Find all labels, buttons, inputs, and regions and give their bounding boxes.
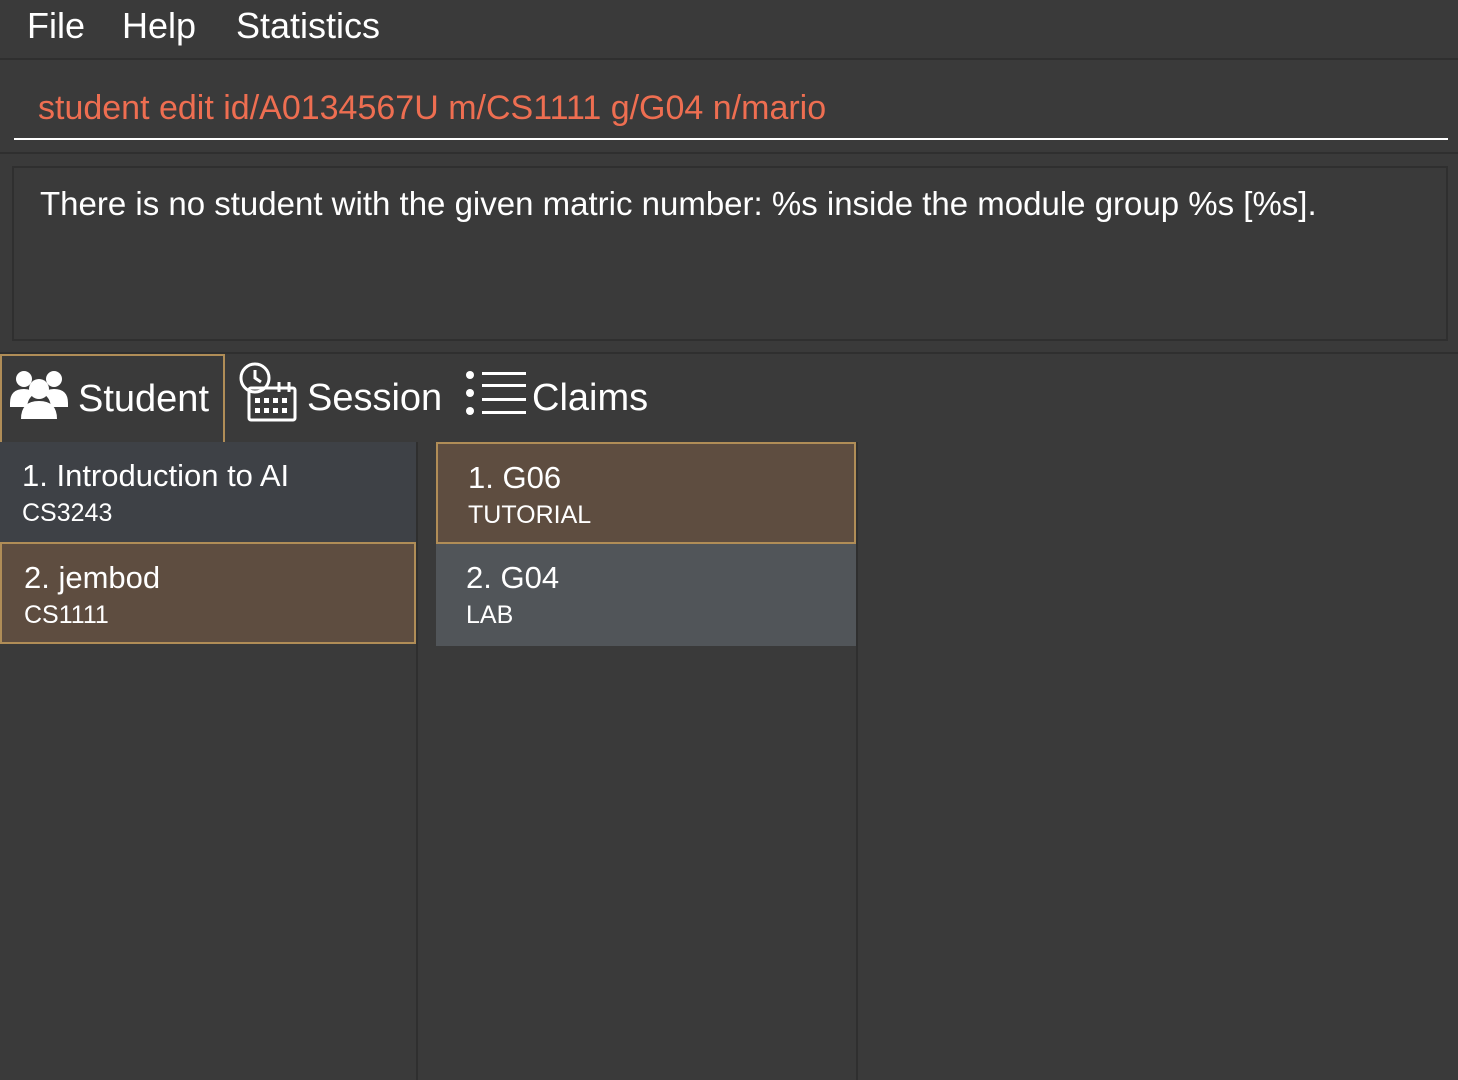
result-display[interactable]: There is no student with the given matri… xyxy=(12,166,1448,341)
module-code: CS1111 xyxy=(24,601,109,629)
menu-file[interactable]: File xyxy=(27,4,85,48)
tab-claims[interactable]: Claims xyxy=(462,354,662,442)
module-card[interactable]: 1. Introduction to AI CS3243 xyxy=(0,442,416,544)
result-message: There is no student with the given matri… xyxy=(40,185,1317,222)
menu-help[interactable]: Help xyxy=(122,4,196,48)
tab-session-label: Session xyxy=(307,376,443,419)
module-card-selected[interactable]: 2. jembod CS1111 xyxy=(0,542,416,644)
users-icon xyxy=(8,367,70,431)
calendar-clock-icon xyxy=(237,362,299,434)
list-icon xyxy=(462,369,528,427)
details-panel xyxy=(858,442,1458,1080)
group-type: TUTORIAL xyxy=(468,501,592,529)
command-box xyxy=(0,60,1458,154)
menu-statistics[interactable]: Statistics xyxy=(236,4,380,48)
group-card-selected[interactable]: 1. G06 TUTORIAL xyxy=(436,442,856,544)
group-title: 1. G06 xyxy=(468,460,562,495)
menu-bar: File Help Statistics xyxy=(0,0,1458,60)
tab-bar: Student Session Claims xyxy=(0,352,1458,444)
tab-student[interactable]: Student xyxy=(0,354,225,442)
module-title: 1. Introduction to AI xyxy=(22,458,290,493)
group-type: LAB xyxy=(466,601,514,629)
tab-session[interactable]: Session xyxy=(237,354,447,442)
command-input[interactable] xyxy=(14,78,1448,140)
tab-claims-label: Claims xyxy=(532,376,649,419)
group-title: 2. G04 xyxy=(466,560,560,595)
tab-student-label: Student xyxy=(78,377,209,420)
group-list-panel: 1. G06 TUTORIAL 2. G04 LAB xyxy=(418,442,858,1080)
module-list-panel: 1. Introduction to AI CS3243 2. jembod C… xyxy=(0,442,418,1080)
module-code: CS3243 xyxy=(22,499,113,527)
module-title: 2. jembod xyxy=(24,560,161,595)
group-card[interactable]: 2. G04 LAB xyxy=(436,544,856,646)
